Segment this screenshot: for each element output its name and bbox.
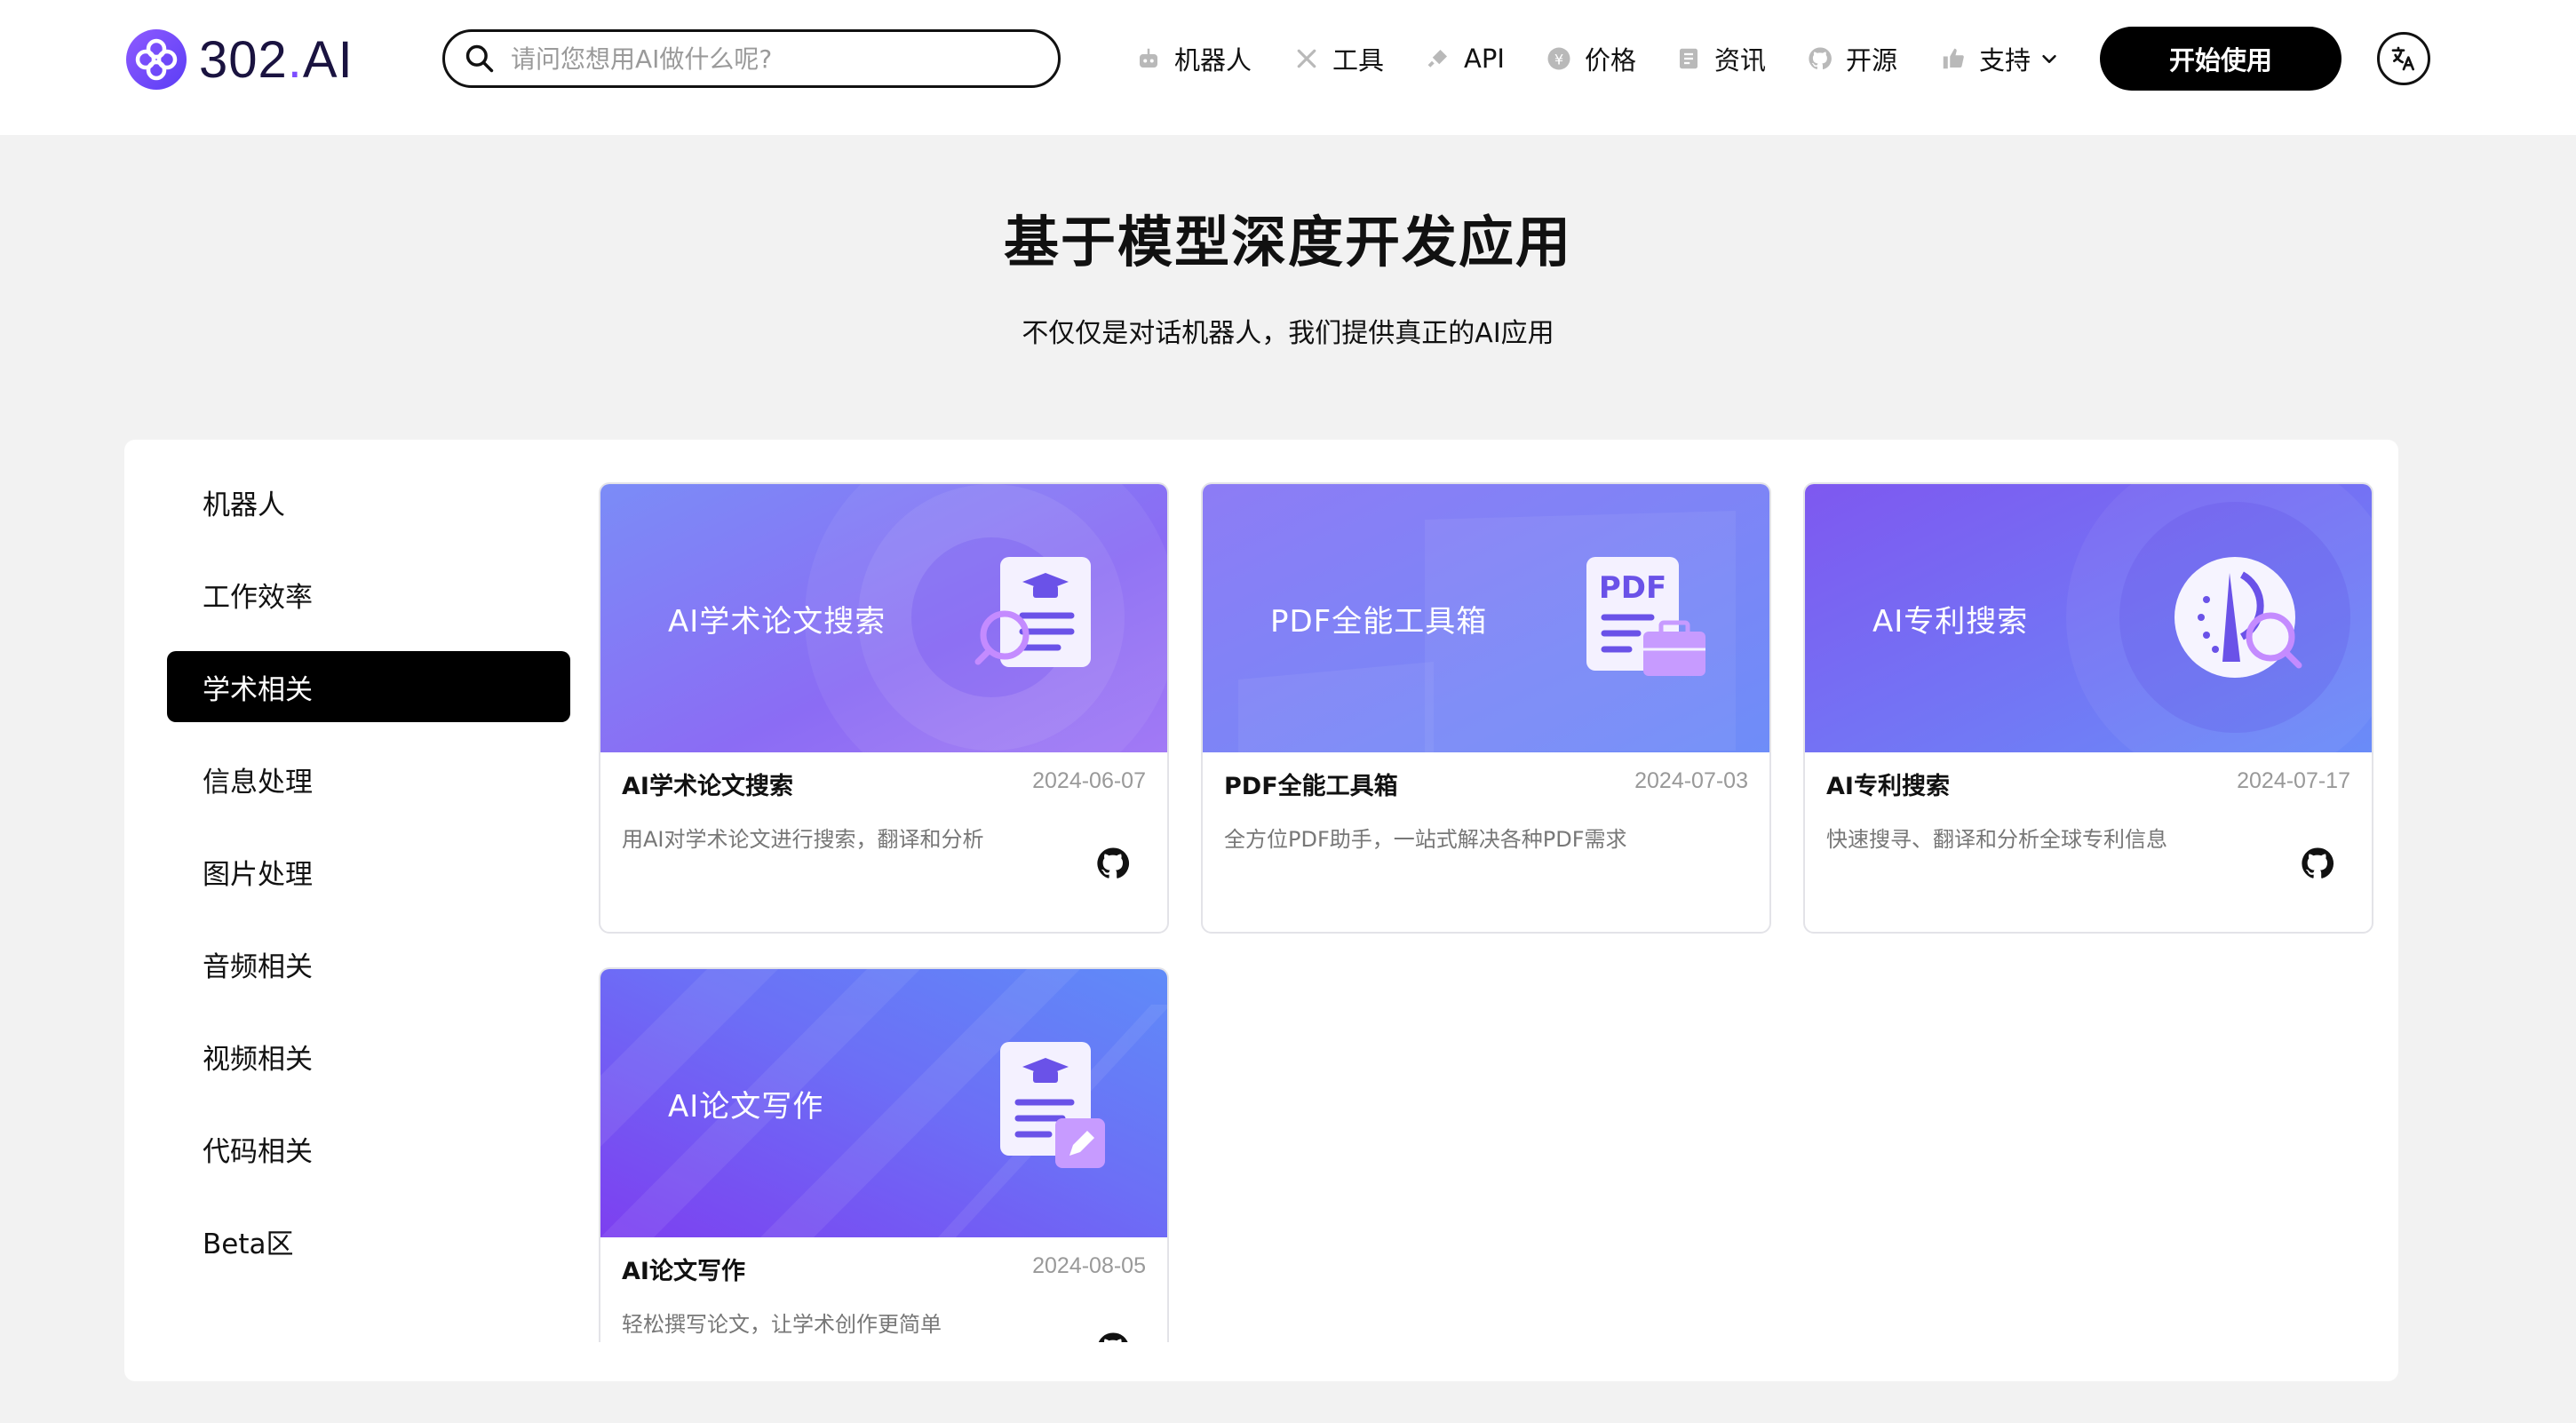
app-card-date: 2024-08-05 [1032,1253,1146,1278]
chevron-down-icon [2042,54,2056,63]
github-icon[interactable] [1094,1330,1132,1342]
app-card-banner-title: PDF全能工具箱 [1270,603,1488,640]
app-card-description: 快速搜寻、翻译和分析全球专利信息 [1826,827,2167,852]
app-card[interactable]: AI专利搜索 AI专利搜索 2024-07-17 快速搜寻、翻译和分析全球专利信… [1803,482,2373,934]
app-card-title: AI学术论文搜索 [622,773,793,800]
category-item[interactable]: 视频相关 [167,1021,570,1092]
app-card-title: AI专利搜索 [1826,773,1950,800]
logo[interactable]: 302.AI [124,27,354,92]
robot-icon [1140,48,1157,68]
nav-item-opensource[interactable]: 开源 [1807,39,1897,78]
language-switch-button[interactable] [2377,32,2430,85]
nav-item-robots[interactable]: 机器人 [1135,39,1252,78]
app-card-banner-title: AI学术论文搜索 [668,603,886,640]
category-item[interactable]: Beta区 [167,1205,570,1276]
app-card[interactable]: AI论文写作 AI论文写作 2024-08-05 轻松撰写论文，让学术创作更简单 [599,967,1169,1342]
github-icon[interactable] [2299,845,2336,882]
app-card-banner: AI论文写作 [600,969,1167,1237]
category-item[interactable]: 图片处理 [167,836,570,907]
app-card-banner: AI专利搜索 [1805,484,2372,752]
category-item-active[interactable]: 学术相关 [167,651,570,722]
category-item[interactable]: 机器人 [167,466,570,537]
app-card-date: 2024-07-03 [1634,768,1748,793]
nav-label: API [1464,44,1505,74]
nav-label: 工具 [1332,45,1385,76]
app-card-description: 全方位PDF助手，一站式解决各种PDF需求 [1224,827,1627,852]
nav-item-pricing[interactable]: ¥ 价格 [1546,39,1636,78]
category-sidebar: 机器人 工作效率 学术相关 信息处理 图片处理 音频相关 视频相关 代码相关 B… [167,466,570,1298]
plug-icon [1427,50,1447,68]
search-input[interactable] [511,44,1026,74]
document-icon [1680,48,1697,69]
svg-text:¥: ¥ [1554,51,1563,68]
nav-item-support[interactable]: 支持 [1940,39,2059,78]
app-card-banner-title: AI论文写作 [668,1088,824,1125]
top-navbar: 302.AI 机器人 工具 API ¥ 价格 资讯 开源 支持 开始使用 [0,0,2576,135]
github-icon [1809,47,1832,70]
app-card-description: 轻松撰写论文，让学术创作更简单 [622,1312,942,1337]
coin-icon: ¥ [1547,47,1570,70]
logo-icon [126,29,187,90]
page-subtitle: 不仅仅是对话机器人，我们提供真正的AI应用 [1022,318,1554,349]
category-item[interactable]: 音频相关 [167,928,570,999]
app-card-description: 用AI对学术论文进行搜索，翻译和分析 [622,827,984,852]
thumbs-up-icon [1943,48,1964,69]
tools-icon [1297,49,1316,68]
search-box[interactable] [442,29,1061,88]
app-card-title: PDF全能工具箱 [1224,773,1398,800]
nav-label: 资讯 [1714,45,1767,76]
category-item[interactable]: 代码相关 [167,1113,570,1184]
get-started-button[interactable]: 开始使用 [2100,27,2341,91]
category-item[interactable]: 信息处理 [167,743,570,815]
nav-label: 机器人 [1174,45,1252,76]
nav-item-tools[interactable]: 工具 [1293,39,1384,78]
search-icon [465,44,494,73]
apps-panel: 机器人 工作效率 学术相关 信息处理 图片处理 音频相关 视频相关 代码相关 B… [124,440,2398,1381]
app-card-date: 2024-07-17 [2237,768,2350,793]
app-card[interactable]: AI学术论文搜索 AI学术论文搜索 2024-06-07 用AI对学术论文进行搜… [599,482,1169,934]
app-card-banner: PDF PDF全能工具箱 [1203,484,1769,752]
pdf-icon-text: PDF [1599,570,1666,606]
github-icon[interactable] [1094,845,1132,882]
logo-text: 302.AI [199,30,354,89]
category-item[interactable]: 工作效率 [167,559,570,630]
nav-item-api[interactable]: API [1425,39,1505,78]
app-card-banner-title: AI专利搜索 [1872,603,2029,640]
page-title: 基于模型深度开发应用 [1003,210,1572,274]
app-card[interactable]: PDF PDF全能工具箱 PDF全能工具箱 2024-07-03 全方位PDF助… [1201,482,1771,934]
app-card-date: 2024-06-07 [1032,768,1146,793]
app-card-title: AI论文写作 [622,1258,745,1285]
nav-label: 开源 [1846,45,1898,76]
nav-item-news[interactable]: 资讯 [1675,39,1766,78]
nav-label: 支持 [1979,45,2031,76]
app-card-banner: AI学术论文搜索 [600,484,1167,752]
translate-icon [2391,46,2414,71]
nav-label: 价格 [1585,45,1637,76]
